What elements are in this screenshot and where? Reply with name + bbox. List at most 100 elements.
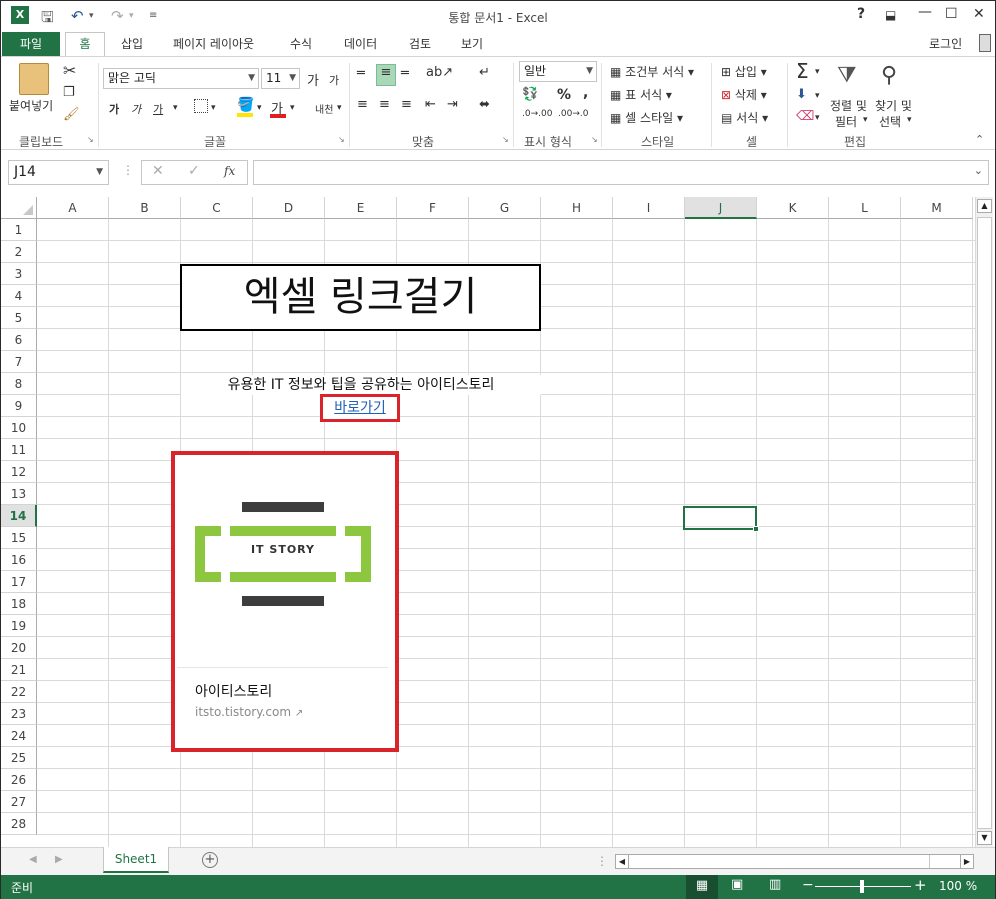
binoculars-icon[interactable]: ⚲ — [881, 63, 897, 88]
worksheet-grid[interactable]: ABCDEFGHIJKLM 1 2 3 4 5 6 7 8 9 10 11 12 13 14 15 16 17 1… — [1, 197, 975, 847]
align-left-icon[interactable]: ≡ — [357, 97, 368, 112]
clipboard-launcher-icon[interactable]: ↘ — [87, 135, 94, 144]
sign-in-link[interactable]: 로그인 — [929, 35, 962, 52]
cell-styles-button[interactable]: ▦ 셀 스타일 ▾ — [610, 109, 683, 126]
alignment-launcher-icon[interactable]: ↘ — [502, 135, 509, 144]
column-header-B[interactable]: B — [109, 197, 181, 219]
font-color-dropdown-icon[interactable]: ▾ — [290, 103, 295, 113]
conditional-format-button[interactable]: ▦ 조건부 서식 ▾ — [610, 63, 694, 80]
next-sheet-icon[interactable]: ▶ — [55, 854, 63, 865]
column-header-J[interactable]: J — [685, 197, 757, 219]
row-header-15[interactable]: 15 — [1, 527, 37, 549]
select-all-corner[interactable] — [1, 197, 37, 219]
row-header-11[interactable]: 11 — [1, 439, 37, 461]
column-header-K[interactable]: K — [757, 197, 829, 219]
align-top-icon[interactable]: ═ — [357, 66, 365, 81]
row-header-12[interactable]: 12 — [1, 461, 37, 483]
row-header-2[interactable]: 2 — [1, 241, 37, 263]
maximize-button[interactable]: ☐ — [945, 6, 958, 22]
add-sheet-button[interactable]: + — [202, 852, 218, 868]
tab-data[interactable]: 데이터 — [344, 35, 377, 52]
active-cell-J14[interactable] — [683, 506, 757, 530]
row-header-22[interactable]: 22 — [1, 681, 37, 703]
clear-dropdown-icon[interactable]: ▾ — [815, 113, 820, 123]
phonetic-dropdown-icon[interactable]: ▾ — [337, 103, 342, 113]
zoom-slider-thumb[interactable] — [860, 880, 864, 893]
row-header-26[interactable]: 26 — [1, 769, 37, 791]
row-header-19[interactable]: 19 — [1, 615, 37, 637]
row-header-7[interactable]: 7 — [1, 351, 37, 373]
fill-handle[interactable] — [753, 526, 759, 532]
italic-button[interactable]: 가 — [131, 101, 141, 117]
vertical-scrollbar[interactable]: ▲ ▼ — [975, 197, 993, 847]
number-format-select[interactable]: 일반 ▼ — [519, 61, 597, 82]
phonetic-button[interactable]: 내천 — [315, 101, 333, 116]
align-bottom-icon[interactable]: ═ — [401, 66, 409, 81]
align-center-icon[interactable]: ≡ — [379, 97, 390, 112]
tab-view[interactable]: 보기 — [461, 35, 483, 52]
column-header-C[interactable]: C — [181, 197, 253, 219]
fill-dropdown-icon[interactable]: ▾ — [815, 91, 820, 101]
row-header-1[interactable]: 1 — [1, 219, 37, 241]
sheet-bar-splitter-icon[interactable]: ⋮ — [596, 854, 608, 868]
expand-formula-icon[interactable]: ⌄ — [974, 164, 983, 177]
minimize-button[interactable]: — — [918, 4, 932, 20]
sort-filter-label-1[interactable]: 정렬 및 — [830, 97, 867, 114]
orientation-icon[interactable]: ab↗ — [426, 65, 453, 80]
fill-color-dropdown-icon[interactable]: ▾ — [257, 103, 262, 113]
autosum-dropdown-icon[interactable]: ▾ — [815, 67, 820, 77]
insert-function-button[interactable]: fx — [224, 164, 235, 178]
tab-formulas[interactable]: 수식 — [290, 35, 312, 52]
row-header-8[interactable]: 8 — [1, 373, 37, 395]
shrink-font-button[interactable]: 가 — [329, 72, 339, 88]
sort-filter-dropdown-icon[interactable]: ▾ — [863, 115, 868, 125]
horizontal-scrollbar[interactable]: ◀ ▶ — [615, 854, 974, 869]
enter-icon[interactable]: ✓ — [188, 163, 200, 179]
row-header-18[interactable]: 18 — [1, 593, 37, 615]
formula-input[interactable]: ⌄ — [253, 160, 989, 185]
tab-file[interactable]: 파일 — [2, 32, 60, 56]
insert-cells-button[interactable]: ⊞ 삽입 ▾ — [721, 63, 767, 80]
name-box[interactable]: J14 ▼ — [8, 160, 109, 185]
wrap-text-icon[interactable]: ↵ — [479, 65, 490, 80]
percent-button[interactable]: % — [557, 87, 571, 103]
font-name-select[interactable]: 맑은 고딕 ▼ — [103, 68, 259, 89]
sort-filter-icon[interactable]: ⧩ — [837, 63, 857, 88]
column-header-E[interactable]: E — [325, 197, 397, 219]
sort-filter-label-2[interactable]: 필터 — [835, 113, 857, 130]
row-header-28[interactable]: 28 — [1, 813, 37, 835]
collapse-ribbon-icon[interactable]: ⌃ — [975, 133, 984, 146]
copy-icon[interactable]: ❐ — [63, 85, 75, 100]
h-scroll-thumb[interactable] — [630, 855, 930, 868]
clear-icon[interactable]: ⌫ — [796, 109, 814, 124]
scroll-up-button[interactable]: ▲ — [977, 199, 992, 213]
row-header-6[interactable]: 6 — [1, 329, 37, 351]
find-select-label-1[interactable]: 찾기 및 — [875, 97, 912, 114]
scroll-left-button[interactable]: ◀ — [616, 855, 629, 868]
paste-icon[interactable] — [19, 63, 49, 95]
row-header-5[interactable]: 5 — [1, 307, 37, 329]
cut-icon[interactable]: ✂ — [63, 61, 76, 80]
account-icon[interactable] — [979, 34, 991, 52]
row-header-4[interactable]: 4 — [1, 285, 37, 307]
column-header-I[interactable]: I — [613, 197, 685, 219]
bold-button[interactable]: 가 — [109, 101, 119, 117]
column-header-M[interactable]: M — [901, 197, 973, 219]
merge-center-icon[interactable]: ⬌ — [479, 97, 490, 112]
find-select-label-2[interactable]: 선택 — [879, 113, 901, 130]
row-header-10[interactable]: 10 — [1, 417, 37, 439]
zoom-in-button[interactable]: + — [914, 876, 927, 894]
find-select-dropdown-icon[interactable]: ▾ — [907, 115, 912, 125]
align-middle-icon[interactable]: ≡ — [376, 64, 396, 86]
column-header-H[interactable]: H — [541, 197, 613, 219]
underline-button[interactable]: 가 — [153, 101, 163, 117]
scroll-thumb[interactable] — [977, 217, 992, 829]
row-header-14[interactable]: 14 — [1, 505, 37, 527]
row-header-3[interactable]: 3 — [1, 263, 37, 285]
row-header-27[interactable]: 27 — [1, 791, 37, 813]
tab-review[interactable]: 검토 — [409, 35, 431, 52]
tab-page-layout[interactable]: 페이지 레이아웃 — [173, 35, 254, 52]
tab-insert[interactable]: 삽입 — [121, 35, 143, 52]
row-header-21[interactable]: 21 — [1, 659, 37, 681]
number-launcher-icon[interactable]: ↘ — [591, 135, 598, 144]
